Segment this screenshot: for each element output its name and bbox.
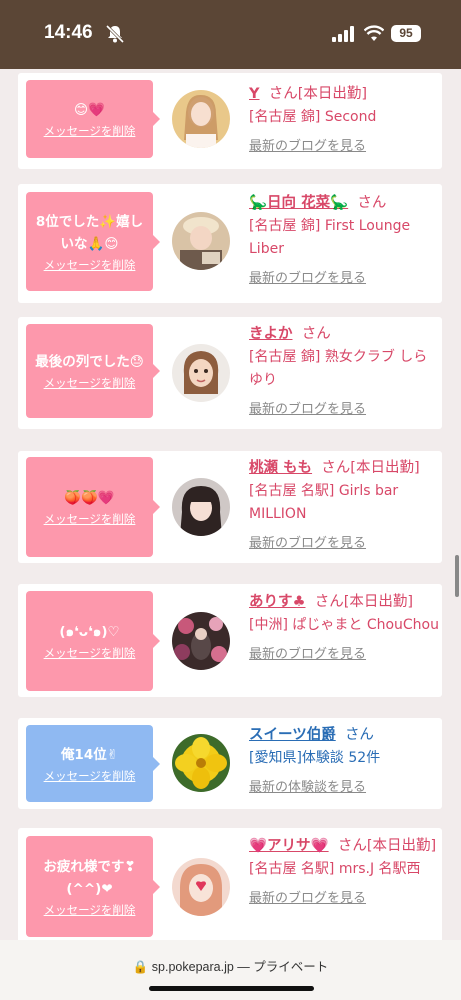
girl-name-link[interactable]: Y: [249, 86, 260, 102]
girl-name-link[interactable]: 桃瀬 もも: [249, 460, 312, 476]
message-text: 8位でした✨嬉しいな🙏😊: [35, 213, 144, 252]
honorific: さん: [301, 326, 331, 342]
girl-name-link[interactable]: ありす♣: [249, 594, 306, 610]
bell-off-icon: [105, 24, 125, 44]
latest-blog-link[interactable]: 最新のブログを見る: [249, 889, 439, 909]
latest-blog-link[interactable]: 最新のブログを見る: [249, 269, 439, 289]
message-text: お疲れ様です❣(^^)❤: [43, 858, 136, 897]
delete-message-link[interactable]: メッセージを削除: [44, 123, 136, 139]
shop-name: [中洲] ぱじゃまと ChouChou: [249, 617, 439, 633]
message-bubble: 🍑🍑💗 メッセージを削除: [26, 457, 160, 557]
message-text: 🍑🍑💗: [64, 490, 115, 506]
message-card: お疲れ様です❣(^^)❤ メッセージを削除 💗アリサ💗 さん[本日出勤] [名古…: [18, 828, 442, 940]
message-bubble: お疲れ様です❣(^^)❤ メッセージを削除: [26, 836, 160, 937]
girl-info: スイーツ伯爵 さん [愛知県]体験談 52件 最新の体験談を見る: [249, 724, 439, 798]
girl-name-link[interactable]: 💗アリサ💗: [249, 838, 329, 854]
url-text: sp.pokepara.jp — プライベート: [151, 960, 329, 974]
attendance-status: [本日出勤]: [350, 460, 420, 476]
scrollbar[interactable]: [455, 555, 459, 597]
attendance-status: [本日出勤]: [343, 594, 414, 610]
wifi-icon: [364, 25, 384, 41]
girl-info: 💗アリサ💗 さん[本日出勤] [名古屋 名駅] mrs.J 名駅西 最新のブログ…: [249, 835, 439, 909]
latest-blog-link[interactable]: 最新のブログを見る: [249, 645, 439, 665]
latest-blog-link[interactable]: 最新のブログを見る: [249, 137, 439, 157]
shop-name: [名古屋 名駅] Girls bar MILLION: [249, 483, 399, 522]
message-card: 🍑🍑💗 メッセージを削除 桃瀬 もも さん[本日出勤] [名古屋 名駅] Gir…: [18, 451, 442, 563]
message-text: 最後の列でした😓: [35, 354, 144, 370]
battery-indicator: 95: [391, 25, 421, 42]
status-bar: 14:46 95: [0, 0, 461, 69]
delete-message-link[interactable]: メッセージを削除: [44, 645, 136, 661]
status-time: 14:46: [44, 22, 93, 43]
girl-info: 桃瀬 もも さん[本日出勤] [名古屋 名駅] Girls bar MILLIO…: [249, 457, 439, 554]
girl-info: Y さん[本日出勤] [名古屋 錦] Second 最新のブログを見る: [249, 83, 439, 157]
latest-blog-link[interactable]: 最新のブログを見る: [249, 534, 439, 554]
honorific: さん: [314, 594, 344, 610]
shop-name: [愛知県]体験談 52件: [249, 750, 381, 766]
browser-url-bar[interactable]: 🔒 sp.pokepara.jp — プライベート: [0, 940, 461, 1000]
honorific: さん: [268, 86, 298, 102]
message-bubble: 最後の列でした😓 メッセージを削除: [26, 324, 160, 418]
message-text: (๑❛ᴗ❛๑)♡: [59, 624, 120, 640]
avatar[interactable]: [172, 734, 230, 792]
message-card: (๑❛ᴗ❛๑)♡ メッセージを削除 ありす♣ さん[本日出勤] [中洲] ぱじゃ…: [18, 584, 442, 697]
attendance-status: [本日出勤]: [366, 838, 437, 854]
honorific: さん: [337, 838, 367, 854]
delete-message-link[interactable]: メッセージを削除: [44, 768, 136, 784]
message-bubble: 8位でした✨嬉しいな🙏😊 メッセージを削除: [26, 192, 160, 291]
home-indicator[interactable]: [149, 986, 314, 991]
message-bubble: 😊💗 メッセージを削除: [26, 80, 160, 158]
message-bubble: (๑❛ᴗ❛๑)♡ メッセージを削除: [26, 591, 160, 691]
honorific: さん: [357, 195, 387, 211]
delete-message-link[interactable]: メッセージを削除: [44, 511, 136, 527]
shop-name: [名古屋 錦] Second: [249, 109, 377, 125]
message-card: 俺14位✌ メッセージを削除 スイーツ伯爵 さん [愛知県]体験談 52件 最新…: [18, 718, 442, 809]
message-list: 😊💗 メッセージを削除 Y さん[本日出勤] [名古屋 錦] Second 最新…: [0, 69, 461, 940]
message-text: 俺14位✌: [60, 746, 119, 763]
avatar[interactable]: [172, 858, 230, 916]
delete-message-link[interactable]: メッセージを削除: [44, 902, 136, 918]
shop-name: [名古屋 錦] 熟女クラブ しらゆり: [249, 349, 428, 388]
lock-icon: 🔒: [132, 960, 149, 974]
avatar[interactable]: [172, 212, 230, 270]
delete-message-link[interactable]: メッセージを削除: [44, 257, 136, 273]
girl-name-link[interactable]: きよか: [249, 326, 293, 342]
girl-info: 🦕日向 花菜🦕 さん [名古屋 錦] First Lounge Liber 最新…: [249, 192, 439, 289]
message-card: 8位でした✨嬉しいな🙏😊 メッセージを削除 🦕日向 花菜🦕 さん [名古屋 錦]…: [18, 184, 442, 303]
girl-info: ありす♣ さん[本日出勤] [中洲] ぱじゃまと ChouChou 最新のブログ…: [249, 591, 439, 665]
girl-name-link[interactable]: スイーツ伯爵: [249, 727, 336, 743]
message-card: 😊💗 メッセージを削除 Y さん[本日出勤] [名古屋 錦] Second 最新…: [18, 73, 442, 169]
latest-blog-link[interactable]: 最新の体験談を見る: [249, 778, 439, 798]
honorific: さん: [321, 460, 351, 476]
delete-message-link[interactable]: メッセージを削除: [44, 375, 136, 391]
cellular-signal-icon: [332, 26, 354, 42]
shop-name: [名古屋 錦] First Lounge Liber: [249, 218, 411, 257]
message-bubble: 俺14位✌ メッセージを削除: [26, 725, 160, 802]
honorific: さん: [344, 727, 374, 743]
message-text: 😊💗: [74, 102, 105, 118]
attendance-status: [本日出勤]: [297, 86, 368, 102]
girl-name-link[interactable]: 🦕日向 花菜🦕: [249, 195, 348, 211]
latest-blog-link[interactable]: 最新のブログを見る: [249, 400, 439, 420]
avatar[interactable]: [172, 478, 230, 536]
avatar[interactable]: [172, 90, 230, 148]
shop-name: [名古屋 名駅] mrs.J 名駅西: [249, 861, 421, 877]
avatar[interactable]: [172, 344, 230, 402]
message-card: 最後の列でした😓 メッセージを削除 きよか さん [名古屋 錦] 熟女クラブ し…: [18, 317, 442, 429]
avatar[interactable]: [172, 612, 230, 670]
girl-info: きよか さん [名古屋 錦] 熟女クラブ しらゆり 最新のブログを見る: [249, 323, 439, 420]
